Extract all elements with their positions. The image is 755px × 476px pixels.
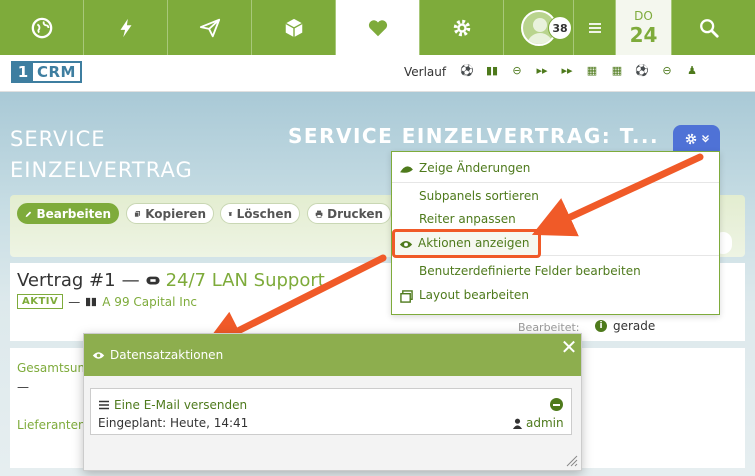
info-icon: i	[595, 320, 607, 332]
history-soccer-icon[interactable]: ⚽	[460, 63, 474, 77]
pencil-icon	[25, 211, 32, 217]
record-separator: —	[121, 270, 140, 291]
menu-item-sort-subpanels[interactable]: Subpanels sortieren	[419, 189, 539, 203]
history-bar: 1 CRM Verlauf ⚽ ▮▮ ⊖ ▸▸ ▸▸ ▦ ▦ ⚽ ⊖ ♟	[0, 55, 755, 92]
app-logo[interactable]: 1 CRM	[11, 61, 82, 83]
history-briefcase-icon[interactable]: ▦	[585, 63, 599, 77]
history-soccer-icon[interactable]: ⚽	[635, 63, 649, 77]
supplier-label: Lieferanten	[17, 418, 86, 432]
account-link[interactable]: A 99 Capital Inc	[102, 295, 197, 309]
printer-icon	[315, 210, 323, 218]
user-profile[interactable]: 38	[504, 0, 574, 55]
edit-button[interactable]: Bearbeiten	[17, 203, 119, 224]
history-book-icon[interactable]: ▮▮	[485, 63, 499, 77]
edit-button-label: Bearbeiten	[36, 206, 111, 221]
nav-activities[interactable]	[84, 0, 168, 55]
logo-text: CRM	[37, 63, 76, 81]
globe-icon	[31, 17, 52, 38]
menu-item-customize-tabs[interactable]: Reiter anpassen	[419, 212, 516, 226]
menu-item-edit-layout[interactable]: Layout bearbeiten	[419, 288, 529, 302]
print-button[interactable]: Drucken	[307, 203, 391, 224]
heart-icon	[368, 19, 387, 36]
cube-icon	[284, 18, 303, 37]
logo-number: 1	[13, 63, 33, 81]
eye-icon	[92, 351, 105, 359]
remove-action-icon[interactable]	[550, 398, 563, 411]
history-forward-icon[interactable]: ▸▸	[535, 63, 549, 77]
module-title: SERVICE EINZELVERTRAG	[10, 124, 193, 186]
record-subtitle: AKTIV — A 99 Capital Inc	[17, 294, 197, 309]
menu-item-show-actions[interactable]: Aktionen anzeigen	[418, 236, 530, 250]
menu-separator	[392, 182, 719, 183]
delete-button[interactable]: Löschen	[220, 203, 300, 224]
gear-icon	[685, 133, 696, 144]
nav-settings[interactable]	[420, 0, 504, 55]
edited-value: i gerade	[595, 319, 655, 333]
paper-plane-icon	[199, 18, 220, 37]
copy-button-label: Kopieren	[145, 206, 206, 221]
total-label: Gesamtsum	[17, 361, 90, 375]
dialog-header[interactable]: Datensatzaktionen	[84, 334, 581, 376]
action-user[interactable]: admin	[512, 416, 564, 430]
action-planned: Eingeplant: Heute, 14:41	[98, 416, 249, 430]
calendar-day-number: 24	[629, 22, 658, 47]
record-name: Vertrag #1	[17, 270, 116, 291]
gear-icon	[453, 19, 470, 36]
copy-icon	[134, 210, 141, 217]
notification-badge: 38	[548, 16, 572, 40]
history-forward-icon[interactable]: ▸▸	[560, 63, 574, 77]
changes-icon	[398, 162, 414, 176]
action-title[interactable]: Eine E-Mail versenden	[98, 398, 247, 412]
search-button[interactable]	[672, 0, 745, 55]
hamburger-icon	[588, 22, 601, 33]
dialog-title: Datensatzaktionen	[110, 348, 224, 362]
history-contract-icon[interactable]: ⊖	[510, 63, 524, 77]
history-icons: ⚽ ▮▮ ⊖ ▸▸ ▸▸ ▦ ▦ ⚽ ⊖ ♟	[460, 63, 699, 77]
module-title-line2: EINZELVERTRAG	[10, 158, 193, 182]
action-user-name: admin	[526, 416, 564, 430]
user-icon	[512, 418, 523, 429]
book-icon	[86, 297, 97, 306]
linked-contract-link[interactable]: 24/7 LAN Support	[166, 270, 325, 291]
nav-inventory[interactable]	[252, 0, 336, 55]
double-chevron-down-icon	[701, 135, 709, 143]
copy-button[interactable]: Kopieren	[126, 203, 214, 224]
history-contract-icon[interactable]: ⊖	[660, 63, 674, 77]
calendar-day-name: DO	[634, 8, 653, 23]
print-button-label: Drucken	[327, 206, 383, 221]
nav-service[interactable]	[336, 0, 420, 55]
record-actions-dialog: Datensatzaktionen ✕ Eine E-Mail versende…	[83, 333, 582, 471]
module-title-line1: SERVICE	[10, 127, 106, 151]
menu-button[interactable]	[574, 0, 616, 55]
dialog-body: Eine E-Mail versenden Eingeplant: Heute,…	[84, 376, 581, 470]
history-label: Verlauf	[404, 65, 447, 79]
close-icon[interactable]: ✕	[560, 337, 578, 357]
subtitle-separator: —	[68, 294, 81, 309]
calendar-today[interactable]: DO 24	[616, 0, 672, 55]
menu-item-edit-custom-fields[interactable]: Benutzerdefinierte Felder bearbeiten	[419, 264, 641, 278]
nav-marketing[interactable]	[168, 0, 252, 55]
delete-button-label: Löschen	[236, 206, 292, 221]
search-icon	[699, 18, 719, 38]
record-title: Vertrag #1 — 24/7 LAN Support	[17, 270, 325, 291]
scheduled-action-card: Eine E-Mail versenden Eingeplant: Heute,…	[90, 388, 572, 435]
menu-item-show-changes[interactable]: Zeige Änderungen	[419, 161, 530, 175]
trash-icon	[228, 211, 232, 216]
record-page-title: SERVICE EINZELVERTRAG: T...	[288, 124, 660, 148]
eye-icon	[398, 237, 414, 251]
history-user-icon[interactable]: ♟	[685, 63, 699, 77]
layout-icon	[398, 289, 414, 303]
record-actions-menu-button[interactable]	[673, 125, 720, 152]
top-navigation: 38 DO 24	[0, 0, 755, 55]
edited-time: gerade	[613, 319, 656, 333]
history-briefcase-icon[interactable]: ▦	[610, 63, 624, 77]
contract-icon	[146, 276, 160, 285]
action-title-label: Eine E-Mail versenden	[114, 398, 248, 412]
list-icon	[99, 400, 109, 410]
status-badge: AKTIV	[17, 294, 64, 309]
total-value: —	[17, 380, 29, 394]
lightning-icon	[120, 18, 131, 37]
resize-handle-icon[interactable]	[566, 455, 578, 467]
nav-globe[interactable]	[0, 0, 84, 55]
